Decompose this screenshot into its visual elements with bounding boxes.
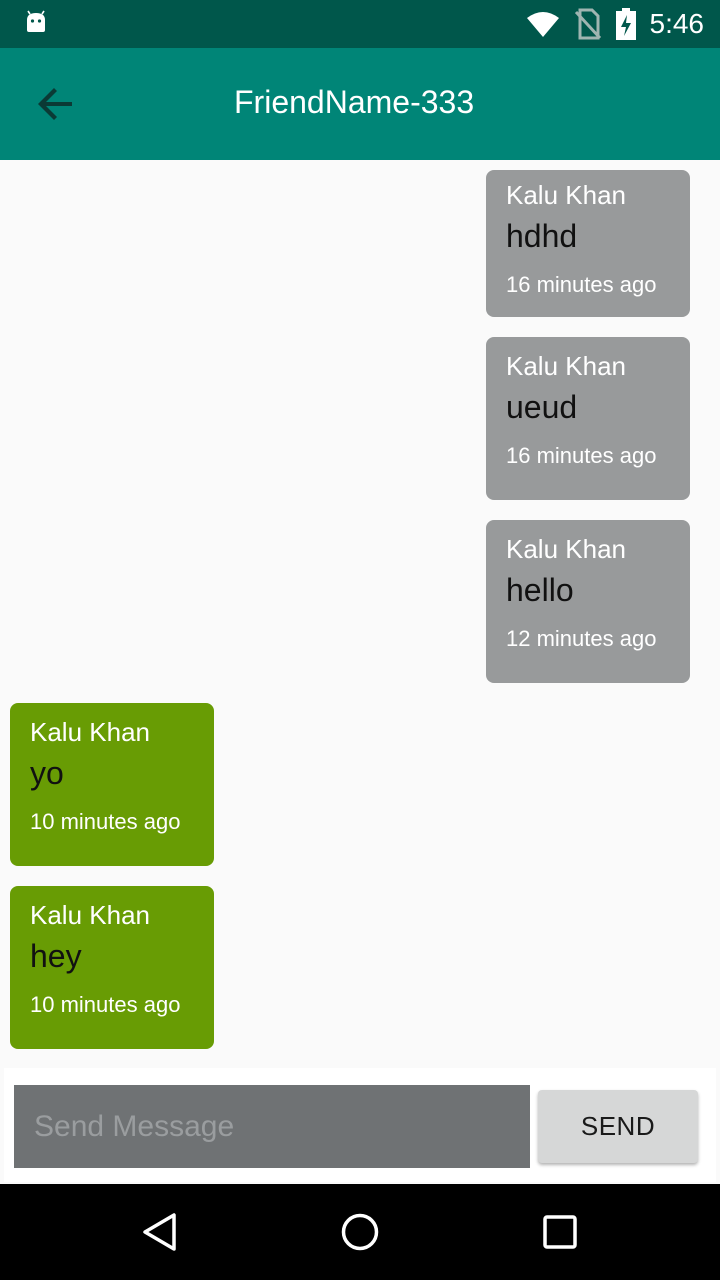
message-sender: Kalu Khan	[30, 717, 150, 747]
message-time: 10 minutes ago	[30, 809, 181, 834]
message-text: hdhd	[506, 218, 578, 254]
message-time: 16 minutes ago	[506, 443, 657, 468]
arrow-back-icon	[38, 88, 72, 120]
message-sender: Kalu Khan	[506, 351, 626, 381]
app-bar: FriendName-333	[0, 48, 720, 160]
message-bubble-sent[interactable]: Kalu Khan hdhd 16 minutes ago	[486, 170, 690, 317]
status-time: 5:46	[649, 8, 705, 39]
message-bubble-received[interactable]: Kalu Khan yo 10 minutes ago	[10, 703, 214, 866]
system-nav-bar	[0, 1184, 720, 1280]
home-circle-icon	[341, 1213, 379, 1251]
send-button[interactable]: SEND	[538, 1090, 698, 1163]
message-list[interactable]: Kalu Khan hdhd 16 minutes ago Kalu Khan …	[0, 160, 720, 1068]
message-bubble-sent[interactable]: Kalu Khan hello 12 minutes ago	[486, 520, 690, 683]
recents-square-icon	[543, 1215, 577, 1249]
wifi-icon	[526, 12, 559, 37]
message-text: yo	[30, 755, 64, 791]
message-bubble-received[interactable]: Kalu Khan hey 10 minutes ago	[10, 886, 214, 1049]
message-sender: Kalu Khan	[30, 900, 150, 930]
battery-charging-icon	[615, 8, 636, 40]
message-time: 12 minutes ago	[506, 626, 657, 651]
back-triangle-icon	[143, 1213, 176, 1251]
message-input[interactable]	[14, 1085, 530, 1168]
message-text: hello	[506, 572, 574, 608]
message-time: 16 minutes ago	[506, 272, 657, 297]
nav-home-button[interactable]	[332, 1204, 388, 1260]
android-icon	[27, 10, 45, 32]
message-sender: Kalu Khan	[506, 180, 626, 210]
page-title: FriendName-333	[234, 84, 475, 120]
nav-recents-button[interactable]	[532, 1204, 588, 1260]
nav-back-button[interactable]	[132, 1204, 188, 1260]
message-text: hey	[30, 938, 82, 974]
back-button[interactable]	[28, 76, 84, 132]
message-text: ueud	[506, 389, 578, 425]
message-sender: Kalu Khan	[506, 534, 626, 564]
message-bubble-sent[interactable]: Kalu Khan ueud 16 minutes ago	[486, 337, 690, 500]
message-composer: SEND	[4, 1068, 716, 1182]
message-time: 10 minutes ago	[30, 992, 181, 1017]
no-sim-icon	[574, 8, 601, 40]
status-bar: 5:46	[0, 0, 720, 48]
